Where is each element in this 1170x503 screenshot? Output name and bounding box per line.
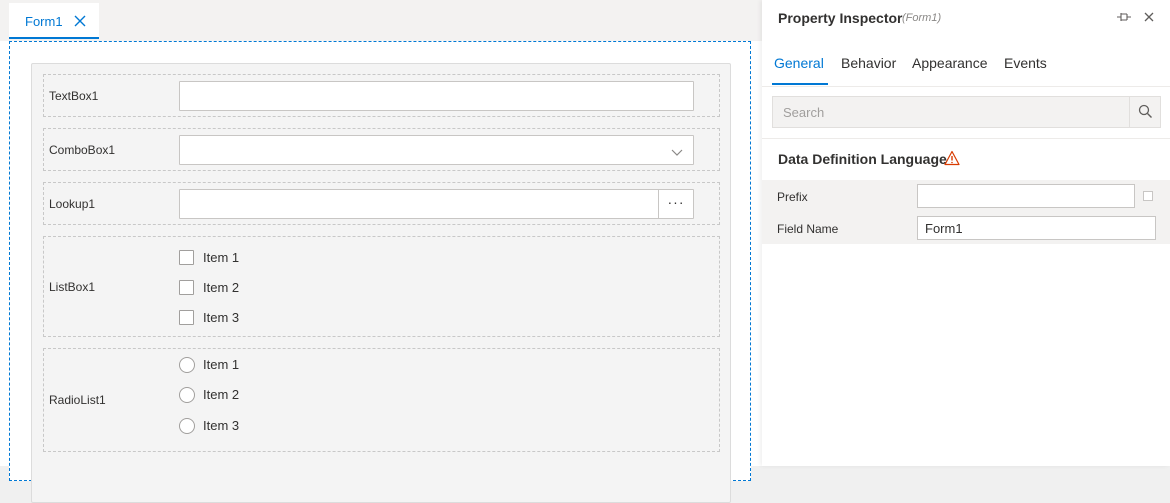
- listbox-item-label: Item 3: [203, 310, 240, 325]
- field-label-listbox1: ListBox1: [49, 280, 96, 294]
- ellipsis-icon[interactable]: ···: [658, 189, 693, 219]
- checkbox[interactable]: [179, 250, 194, 265]
- radiolist-item-label: Item 3: [203, 418, 240, 433]
- prefix-input[interactable]: [917, 184, 1135, 208]
- tab-events[interactable]: Events: [1004, 55, 1047, 71]
- property-label-field-name: Field Name: [777, 222, 839, 236]
- section-divider: [762, 138, 1170, 139]
- field-label-lookup1: Lookup1: [49, 197, 96, 211]
- combobox1-select[interactable]: [179, 135, 694, 165]
- radiolist-item-label: Item 1: [203, 357, 240, 372]
- tab-appearance[interactable]: Appearance: [912, 55, 988, 71]
- field-label-textbox1: TextBox1: [49, 89, 99, 103]
- field-combobox1[interactable]: ComboBox1: [43, 128, 720, 171]
- property-inspector: Property Inspector (Form1) General Behav…: [762, 0, 1170, 466]
- lookup1-input[interactable]: ···: [179, 189, 694, 219]
- radiolist-item-label: Item 2: [203, 387, 240, 402]
- radio-button[interactable]: [179, 357, 195, 373]
- field-lookup1[interactable]: Lookup1 ···: [43, 182, 720, 225]
- warning-icon: [944, 150, 960, 166]
- field-label-combobox1: ComboBox1: [49, 143, 116, 157]
- property-label-prefix: Prefix: [777, 190, 808, 204]
- property-search: [772, 96, 1161, 128]
- active-tab-indicator: [772, 83, 828, 85]
- prefix-checkbox[interactable]: [1143, 191, 1153, 201]
- tab-general[interactable]: General: [774, 55, 824, 71]
- search-button[interactable]: [1129, 97, 1160, 127]
- checkbox[interactable]: [179, 310, 194, 325]
- tab-behavior[interactable]: Behavior: [841, 55, 896, 71]
- field-textbox1[interactable]: TextBox1: [43, 74, 720, 117]
- document-tab-label: Form1: [25, 14, 63, 29]
- document-tab-form1[interactable]: Form1: [9, 3, 99, 39]
- radio-button[interactable]: [179, 418, 195, 434]
- document-tab-bar: Form1: [0, 0, 762, 41]
- textbox1-input[interactable]: [179, 81, 694, 111]
- inspector-tabs: General Behavior Appearance Events: [762, 50, 1170, 87]
- close-icon[interactable]: [1142, 10, 1156, 24]
- radio-button[interactable]: [179, 387, 195, 403]
- field-name-input[interactable]: [917, 216, 1156, 240]
- inspector-title: Property Inspector: [778, 10, 903, 26]
- field-label-radiolist1: RadioList1: [49, 393, 106, 407]
- search-input[interactable]: [773, 97, 1129, 127]
- form-panel[interactable]: TextBox1 ComboBox1 Lookup1 ··· ListBox1 …: [31, 63, 731, 503]
- listbox-item-label: Item 1: [203, 250, 240, 265]
- chevron-down-icon[interactable]: [671, 145, 683, 157]
- pin-icon[interactable]: [1116, 10, 1132, 24]
- close-icon[interactable]: [73, 14, 87, 28]
- checkbox[interactable]: [179, 280, 194, 295]
- listbox-item-label: Item 2: [203, 280, 240, 295]
- property-row-field-name: Field Name: [762, 212, 1170, 244]
- field-listbox1[interactable]: ListBox1 Item 1 Item 2 Item 3: [43, 236, 720, 337]
- property-row-prefix: Prefix: [762, 180, 1170, 212]
- inspector-subtitle: (Form1): [902, 12, 942, 24]
- design-canvas[interactable]: TextBox1 ComboBox1 Lookup1 ··· ListBox1 …: [9, 41, 751, 503]
- field-radiolist1[interactable]: RadioList1 Item 1 Item 2 Item 3: [43, 348, 720, 452]
- form-designer: Form1 TextBox1 ComboBox1 Lookup1 ··· Lis…: [0, 0, 762, 503]
- search-icon: [1138, 104, 1152, 118]
- section-title: Data Definition Language: [778, 151, 947, 167]
